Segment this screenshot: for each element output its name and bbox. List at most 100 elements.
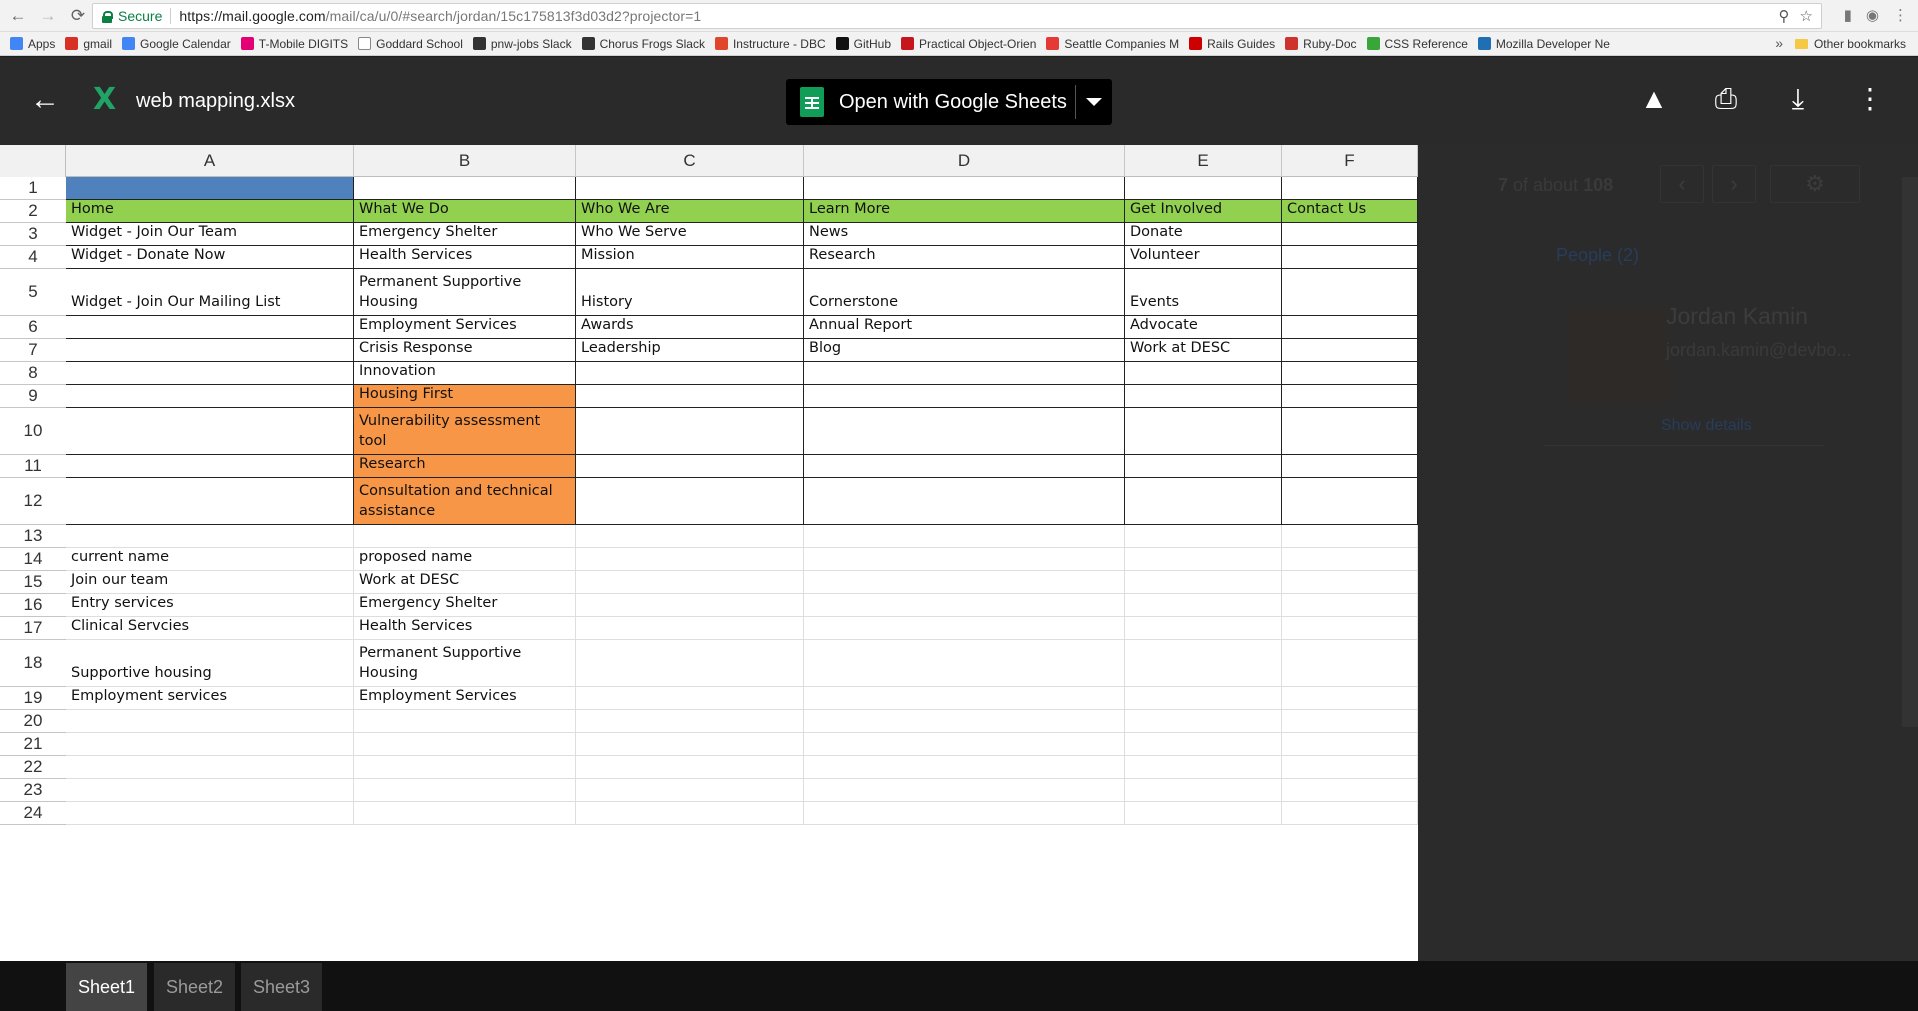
bookmark-item[interactable]: Rails Guides — [1189, 37, 1275, 51]
url-text[interactable]: https://mail.google.com/mail/ca/u/0/#sea… — [179, 8, 701, 24]
cell-d6[interactable]: Annual Report — [804, 316, 1125, 339]
cell-c7[interactable]: Leadership — [576, 339, 804, 362]
cell-e13[interactable] — [1125, 525, 1282, 548]
cell-b2[interactable]: What We Do — [354, 200, 576, 223]
cell-e16[interactable] — [1125, 594, 1282, 617]
cell-d20[interactable] — [804, 710, 1125, 733]
cell-a14[interactable]: current name — [66, 548, 354, 571]
globe-extension-icon[interactable]: ◉ — [1866, 6, 1879, 24]
cell-e20[interactable] — [1125, 710, 1282, 733]
cell-c20[interactable] — [576, 710, 804, 733]
address-bar[interactable]: Secure https://mail.google.com/mail/ca/u… — [92, 3, 1822, 29]
more-actions-icon[interactable]: ⋮ — [1852, 84, 1888, 114]
download-icon[interactable]: ⤓ — [1780, 84, 1816, 114]
cell-a7[interactable] — [66, 339, 354, 362]
cell-e17[interactable] — [1125, 617, 1282, 640]
cell-b7[interactable]: Crisis Response — [354, 339, 576, 362]
cell-e8[interactable] — [1125, 362, 1282, 385]
cell-e6[interactable]: Advocate — [1125, 316, 1282, 339]
cell-b11[interactable]: Research — [354, 455, 576, 478]
bookmark-item[interactable]: Practical Object-Orien — [901, 37, 1036, 51]
cell-d23[interactable] — [804, 779, 1125, 802]
cell-d3[interactable]: News — [804, 223, 1125, 246]
cell-a13[interactable] — [66, 525, 354, 548]
close-viewer-arrow-icon[interactable]: ← — [30, 85, 62, 117]
cell-f8[interactable] — [1282, 362, 1418, 385]
cell-a16[interactable]: Entry services — [66, 594, 354, 617]
cell-a10[interactable] — [66, 408, 354, 455]
cell-b9[interactable]: Housing First — [354, 385, 576, 408]
sheet-tab-2[interactable]: Sheet2 — [154, 963, 236, 1011]
cell-e10[interactable] — [1125, 408, 1282, 455]
cell-f13[interactable] — [1282, 525, 1418, 548]
cell-d11[interactable] — [804, 455, 1125, 478]
cell-a18[interactable]: Supportive housing — [66, 640, 354, 687]
bookmark-item[interactable]: Chorus Frogs Slack — [581, 37, 705, 51]
cell-b23[interactable] — [354, 779, 576, 802]
cell-c17[interactable] — [576, 617, 804, 640]
sheet-tab-1[interactable]: Sheet1 — [66, 963, 148, 1011]
cell-d17[interactable] — [804, 617, 1125, 640]
cell-c15[interactable] — [576, 571, 804, 594]
cell-b8[interactable]: Innovation — [354, 362, 576, 385]
cell-f12[interactable] — [1282, 478, 1418, 525]
cell-c8[interactable] — [576, 362, 804, 385]
cell-a8[interactable] — [66, 362, 354, 385]
bookmark-item[interactable]: T-Mobile DIGITS — [240, 37, 348, 51]
cell-a6[interactable] — [66, 316, 354, 339]
open-with-google-sheets-button[interactable]: Open with Google Sheets — [786, 79, 1112, 125]
cell-f16[interactable] — [1282, 594, 1418, 617]
cell-e14[interactable] — [1125, 548, 1282, 571]
newer-chevron-right-icon[interactable]: › — [1712, 165, 1756, 203]
cell-c14[interactable] — [576, 548, 804, 571]
cell-d14[interactable] — [804, 548, 1125, 571]
cell-b12[interactable]: Consultation and technical assistance — [354, 478, 576, 525]
cell-c9[interactable] — [576, 385, 804, 408]
cell-c2[interactable]: Who We Are — [576, 200, 804, 223]
cell-b20[interactable] — [354, 710, 576, 733]
cell-d5[interactable]: Cornerstone — [804, 269, 1125, 316]
cell-f14[interactable] — [1282, 548, 1418, 571]
cell-a9[interactable] — [66, 385, 354, 408]
cell-a21[interactable] — [66, 733, 354, 756]
bookmark-item[interactable]: GitHub — [835, 37, 891, 51]
cell-f23[interactable] — [1282, 779, 1418, 802]
cell-a17[interactable]: Clinical Servcies — [66, 617, 354, 640]
cell-c24[interactable] — [576, 802, 804, 825]
bookmark-item[interactable]: Apps — [10, 37, 55, 51]
cell-f11[interactable] — [1282, 455, 1418, 478]
add-to-drive-icon[interactable]: ▲ — [1636, 84, 1672, 114]
cell-d10[interactable] — [804, 408, 1125, 455]
cell-d2[interactable]: Learn More — [804, 200, 1125, 223]
cell-d1[interactable] — [804, 177, 1125, 200]
cell-d24[interactable] — [804, 802, 1125, 825]
cell-a20[interactable] — [66, 710, 354, 733]
bookmark-item[interactable]: Ruby-Doc — [1285, 37, 1357, 51]
cell-c13[interactable] — [576, 525, 804, 548]
cell-f21[interactable] — [1282, 733, 1418, 756]
cell-b16[interactable]: Emergency Shelter — [354, 594, 576, 617]
sheet-tab-3[interactable]: Sheet3 — [241, 963, 323, 1011]
cell-c1[interactable] — [576, 177, 804, 200]
cell-a3[interactable]: Widget - Join Our Team — [66, 223, 354, 246]
cell-a15[interactable]: Join our team — [66, 571, 354, 594]
cell-d22[interactable] — [804, 756, 1125, 779]
cell-b22[interactable] — [354, 756, 576, 779]
chrome-menu-icon[interactable]: ⋮ — [1893, 6, 1908, 24]
cell-f10[interactable] — [1282, 408, 1418, 455]
cell-e2[interactable]: Get Involved — [1125, 200, 1282, 223]
cell-f24[interactable] — [1282, 802, 1418, 825]
older-chevron-left-icon[interactable]: ‹ — [1660, 165, 1704, 203]
cell-c4[interactable]: Mission — [576, 246, 804, 269]
print-icon[interactable]: ⎙ — [1708, 84, 1744, 114]
cell-d16[interactable] — [804, 594, 1125, 617]
cell-e23[interactable] — [1125, 779, 1282, 802]
cell-a5[interactable]: Widget - Join Our Mailing List — [66, 269, 354, 316]
open-with-dropdown-chevron-icon[interactable] — [1076, 98, 1112, 106]
cell-e19[interactable] — [1125, 687, 1282, 710]
cell-b6[interactable]: Employment Services — [354, 316, 576, 339]
cell-b18[interactable]: Permanent Supportive Housing — [354, 640, 576, 687]
cell-c12[interactable] — [576, 478, 804, 525]
cell-b17[interactable]: Health Services — [354, 617, 576, 640]
zoom-icon[interactable]: ⚲ — [1779, 7, 1790, 25]
